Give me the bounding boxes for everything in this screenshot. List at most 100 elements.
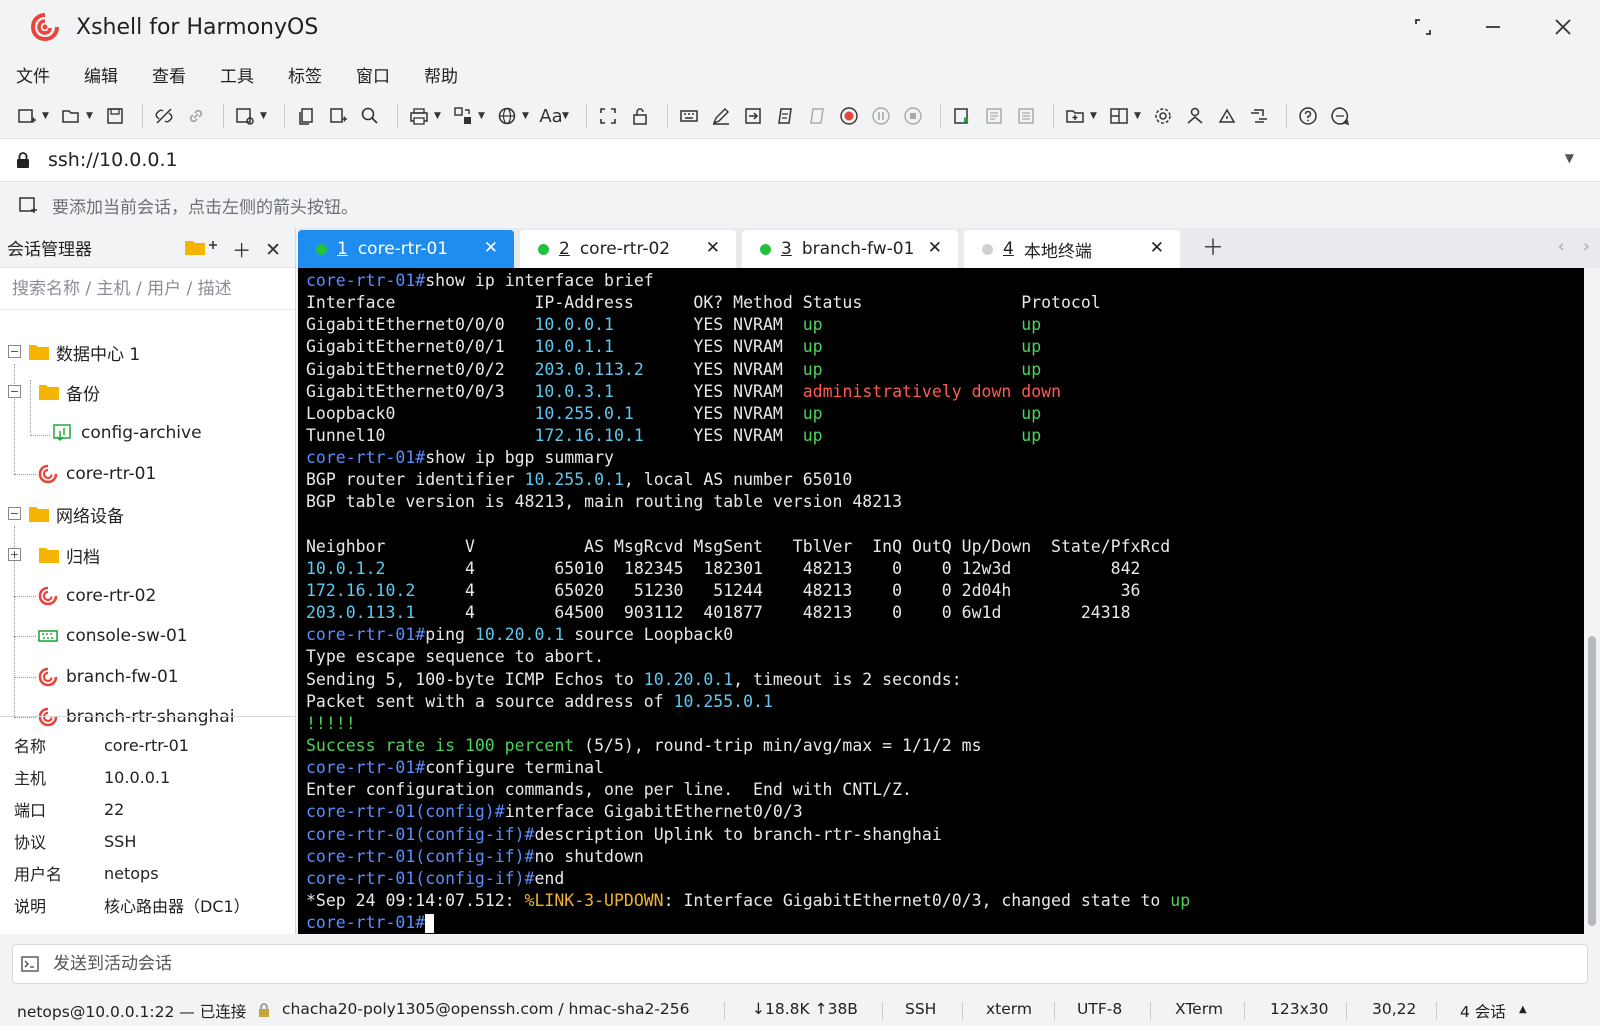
- terminal-text: Success rate is 100 percent: [306, 735, 575, 755]
- layout-icon[interactable]: [1106, 103, 1132, 129]
- terminal-line: Success rate is 100 percent (5/5), round…: [306, 735, 1584, 757]
- tab-branch-fw-01[interactable]: 3 branch-fw-01 ✕: [742, 230, 958, 268]
- collapse-icon[interactable]: −: [8, 345, 21, 358]
- send-to-session-input[interactable]: [53, 954, 1553, 974]
- tree-folder-network[interactable]: − 网络设备: [0, 494, 295, 534]
- tree-item-core-rtr-02[interactable]: core-rtr-02: [0, 576, 295, 616]
- menu-view[interactable]: 查看: [152, 62, 186, 87]
- chevron-down-icon[interactable]: ▼: [1090, 111, 1100, 121]
- new-tab-plus-icon[interactable]: ＋: [1202, 230, 1224, 262]
- log-list-icon[interactable]: [1013, 103, 1039, 129]
- save-icon[interactable]: [102, 103, 128, 129]
- copy-icon[interactable]: [293, 103, 319, 129]
- close-icon[interactable]: ✕: [706, 238, 720, 258]
- gear-icon[interactable]: [1150, 103, 1176, 129]
- lock-icon: [17, 152, 29, 168]
- tree-folder-datacenter[interactable]: − 数据中心 1: [0, 332, 295, 372]
- stop-icon[interactable]: [900, 103, 926, 129]
- close-panel-icon[interactable]: ✕: [265, 239, 281, 261]
- tree-item-console-sw-01[interactable]: console-sw-01: [0, 616, 295, 656]
- user-key-icon[interactable]: [1182, 103, 1208, 129]
- record-icon[interactable]: [836, 103, 862, 129]
- chevron-down-icon[interactable]: ▼: [42, 111, 52, 121]
- tree-item-branch-fw-01[interactable]: branch-fw-01: [0, 657, 295, 697]
- paste-icon[interactable]: [325, 103, 351, 129]
- keyboard-icon[interactable]: [676, 103, 702, 129]
- print-icon[interactable]: [406, 103, 432, 129]
- tunnel-icon[interactable]: [1246, 103, 1272, 129]
- close-icon[interactable]: ✕: [928, 238, 942, 258]
- collapse-icon[interactable]: −: [8, 385, 21, 398]
- lock-icon[interactable]: [627, 103, 653, 129]
- tab-number: 4: [1003, 239, 1014, 259]
- session-count[interactable]: 4 会话: [1460, 1000, 1506, 1022]
- tab-scroll-left-icon[interactable]: ‹: [1558, 236, 1565, 257]
- chevron-down-icon[interactable]: ▼: [478, 111, 488, 121]
- tab-core-rtr-01[interactable]: 1 core-rtr-01 ✕: [298, 230, 514, 268]
- session-properties-icon[interactable]: [232, 103, 258, 129]
- feedback-icon[interactable]: [1327, 103, 1353, 129]
- add-session-icon[interactable]: ＋: [232, 236, 251, 263]
- send-key-icon[interactable]: [740, 103, 766, 129]
- chevron-down-icon[interactable]: ▼: [86, 111, 96, 121]
- tree-item-core-rtr-01[interactable]: core-rtr-01: [0, 454, 295, 494]
- find-icon[interactable]: [357, 103, 383, 129]
- terminal-text: 4 64500 903112 401877 48213 0 0 6w1d 243…: [415, 603, 1131, 623]
- script-stop-icon[interactable]: [804, 103, 830, 129]
- prop-value: SSH: [104, 831, 137, 851]
- expand-icon[interactable]: +: [8, 548, 21, 561]
- script-icon[interactable]: [772, 103, 798, 129]
- terminal-text: BGP table version is 48213, main routing…: [306, 492, 903, 512]
- tree-folder-backup[interactable]: − 备份: [0, 372, 295, 412]
- new-folder-icon[interactable]: [184, 237, 218, 262]
- terminal-output[interactable]: core-rtr-01#show ip interface brief Inter…: [298, 268, 1584, 934]
- pause-icon[interactable]: [868, 103, 894, 129]
- address-input[interactable]: [48, 149, 1498, 171]
- scrollbar-thumb[interactable]: [1588, 636, 1596, 926]
- close-icon[interactable]: ✕: [484, 238, 498, 258]
- terminal-text: end: [534, 868, 565, 888]
- close-window-icon[interactable]: [1546, 10, 1580, 44]
- help-icon[interactable]: [1295, 103, 1321, 129]
- open-folder-icon[interactable]: [58, 103, 84, 129]
- terminal-scrollbar[interactable]: [1584, 268, 1600, 934]
- chevron-down-icon[interactable]: ▼: [1134, 111, 1144, 121]
- add-session-arrow-icon[interactable]: [18, 195, 38, 215]
- tree-folder-archive[interactable]: + 归档: [0, 535, 295, 575]
- collapse-icon[interactable]: −: [8, 507, 21, 520]
- new-session-icon[interactable]: [14, 103, 40, 129]
- terminal-line: Enter configuration commands, one per li…: [306, 779, 1584, 801]
- menu-file[interactable]: 文件: [16, 62, 50, 87]
- disconnect-icon[interactable]: [151, 103, 177, 129]
- tab-core-rtr-02[interactable]: 2 core-rtr-02 ✕: [520, 230, 736, 268]
- close-icon[interactable]: ✕: [1150, 238, 1164, 258]
- menu-tab[interactable]: 标签: [288, 62, 322, 87]
- chevron-down-icon[interactable]: ▼: [522, 111, 532, 121]
- link-icon[interactable]: [183, 103, 209, 129]
- log-view-icon[interactable]: [981, 103, 1007, 129]
- chevron-down-icon[interactable]: ▼: [562, 111, 572, 121]
- globe-icon[interactable]: [494, 103, 520, 129]
- tab-local-terminal[interactable]: 4 本地终端 ✕: [964, 230, 1180, 268]
- agent-icon[interactable]: [1214, 103, 1240, 129]
- log-start-icon[interactable]: [949, 103, 975, 129]
- caret-up-icon[interactable]: ▲: [1519, 1004, 1527, 1015]
- session-search-input[interactable]: [12, 278, 282, 299]
- script-edit-icon[interactable]: [708, 103, 734, 129]
- chevron-down-icon[interactable]: ▼: [434, 111, 444, 121]
- chevron-down-icon[interactable]: ▼: [260, 111, 270, 121]
- fullscreen-icon[interactable]: [1406, 10, 1440, 44]
- tree-item-config-archive[interactable]: config-archive: [0, 413, 295, 453]
- transfer-icon[interactable]: [450, 103, 476, 129]
- minimize-icon[interactable]: [1476, 10, 1510, 44]
- fullscreen-toggle-icon[interactable]: [595, 103, 621, 129]
- cipher-info: chacha20-poly1305@openssh.com / hmac-sha…: [282, 1000, 690, 1018]
- new-tab-icon[interactable]: [1062, 103, 1088, 129]
- menu-edit[interactable]: 编辑: [84, 62, 118, 87]
- chevron-down-icon[interactable]: ▼: [1565, 151, 1574, 165]
- tab-scroll-right-icon[interactable]: ›: [1583, 236, 1590, 257]
- menu-tools[interactable]: 工具: [220, 62, 254, 87]
- font-icon[interactable]: Aa: [538, 103, 564, 129]
- menu-window[interactable]: 窗口: [356, 62, 390, 87]
- menu-help[interactable]: 帮助: [424, 62, 458, 87]
